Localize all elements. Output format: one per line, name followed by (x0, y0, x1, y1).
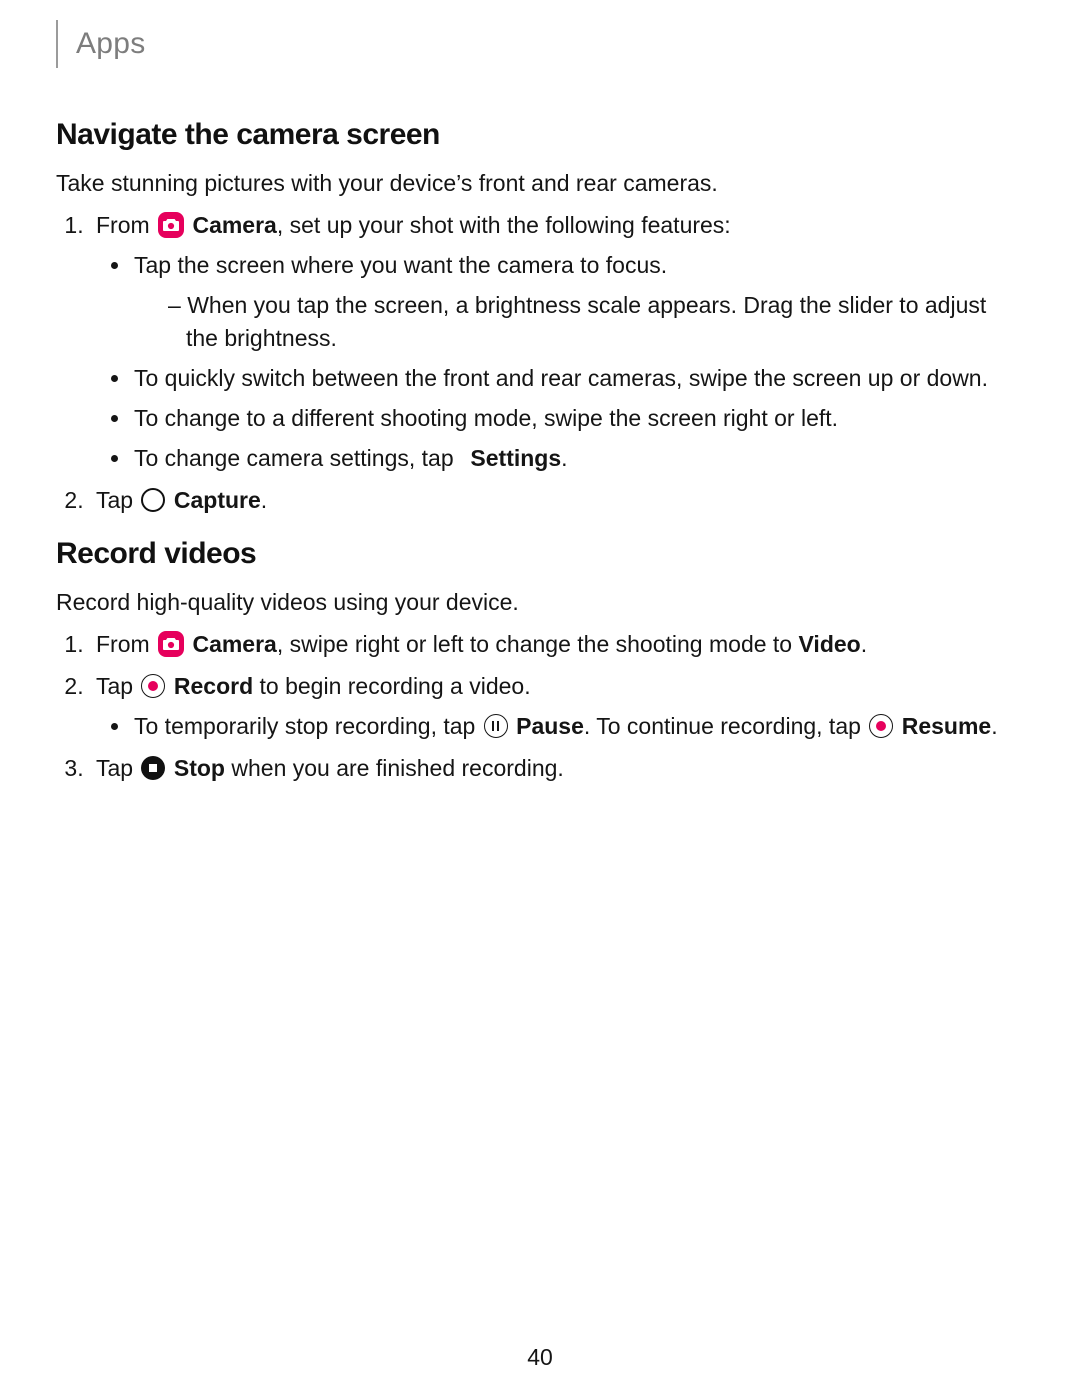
bullet-text: Tap the screen where you want the camera… (134, 252, 667, 278)
step-text: , swipe right or left to change the shoo… (277, 631, 799, 657)
step-3: Tap Stop when you are finished recording… (90, 752, 1024, 784)
stop-icon (141, 756, 165, 780)
step-tail: . (861, 631, 867, 657)
section-intro: Record high-quality videos using your de… (56, 587, 1024, 618)
page-header: Apps (56, 20, 1024, 68)
section-heading-navigate: Navigate the camera screen (56, 118, 1024, 152)
bullet-tail: . (991, 713, 997, 739)
header-title: Apps (76, 27, 146, 61)
step-text: Tap (96, 673, 139, 699)
capture-label: Capture (174, 487, 261, 513)
page-content: Apps Navigate the camera screen Take stu… (0, 0, 1080, 1397)
bullets-record: To temporarily stop recording, tap Pause… (132, 710, 1024, 742)
pause-icon (484, 714, 508, 738)
bullet-item: Tap the screen where you want the camera… (132, 249, 1024, 354)
resume-label: Resume (902, 713, 991, 739)
step-text: From (96, 212, 156, 238)
step-text: to begin recording a video. (253, 673, 530, 699)
section-heading-record: Record videos (56, 537, 1024, 571)
bullet-item: To quickly switch between the front and … (132, 362, 1024, 394)
sub-bullet-text: When you tap the screen, a brightness sc… (186, 292, 986, 350)
resume-icon (869, 714, 893, 738)
bullet-text: To change camera settings, tap (134, 445, 460, 471)
steps-record: From Camera, swipe right or left to chan… (56, 628, 1024, 785)
record-label: Record (174, 673, 253, 699)
step-text: Tap (96, 487, 139, 513)
step-2: Tap Capture. (90, 484, 1024, 516)
bullet-tail: . (561, 445, 567, 471)
section-intro: Take stunning pictures with your device’… (56, 168, 1024, 199)
step-1: From Camera, set up your shot with the f… (90, 209, 1024, 474)
bullet-text: To change to a different shooting mode, … (134, 405, 838, 431)
steps-navigate: From Camera, set up your shot with the f… (56, 209, 1024, 517)
bullet-text: To quickly switch between the front and … (134, 365, 988, 391)
step-text: From (96, 631, 156, 657)
header-divider (56, 20, 58, 68)
step-text: when you are finished recording. (225, 755, 564, 781)
bullet-item: To temporarily stop recording, tap Pause… (132, 710, 1024, 742)
pause-label: Pause (516, 713, 584, 739)
camera-label: Camera (192, 212, 276, 238)
capture-icon (141, 488, 165, 512)
settings-label: Settings (470, 445, 561, 471)
step-text: Tap (96, 755, 139, 781)
stop-label: Stop (174, 755, 225, 781)
bullets-navigate: Tap the screen where you want the camera… (132, 249, 1024, 474)
sub-bullet-item: When you tap the screen, a brightness sc… (168, 289, 1024, 353)
bullet-item: To change camera settings, tap Settings. (132, 442, 1024, 474)
bullet-item: To change to a different shooting mode, … (132, 402, 1024, 434)
bullet-text: To temporarily stop recording, tap (134, 713, 482, 739)
step-1: From Camera, swipe right or left to chan… (90, 628, 1024, 660)
bullet-text: . To continue recording, tap (584, 713, 867, 739)
page-number: 40 (0, 1344, 1080, 1371)
sub-bullets: When you tap the screen, a brightness sc… (168, 289, 1024, 353)
camera-app-icon (158, 212, 184, 238)
step-text: , set up your shot with the following fe… (277, 212, 731, 238)
camera-label: Camera (192, 631, 276, 657)
video-label: Video (799, 631, 861, 657)
step-2: Tap Record to begin recording a video. T… (90, 670, 1024, 742)
step-tail: . (261, 487, 267, 513)
record-icon (141, 674, 165, 698)
camera-app-icon (158, 631, 184, 657)
